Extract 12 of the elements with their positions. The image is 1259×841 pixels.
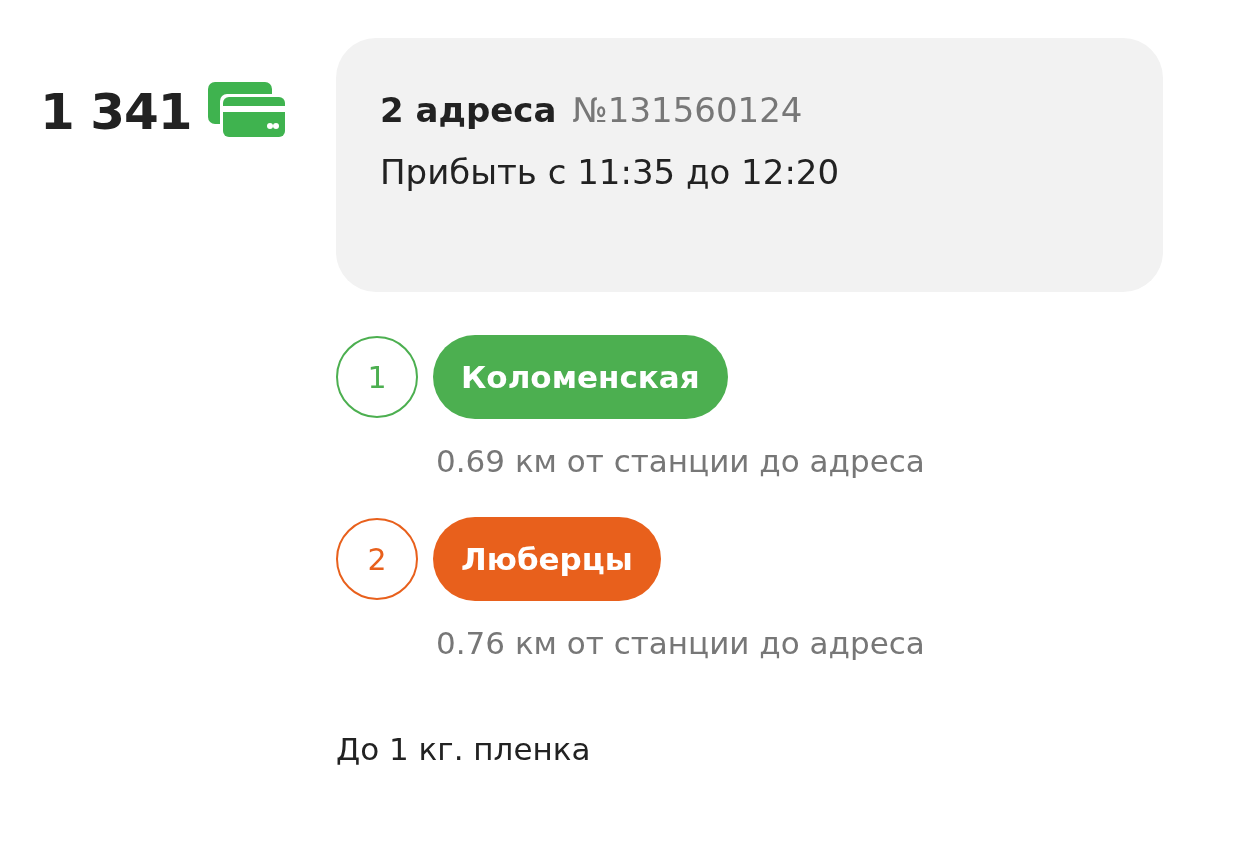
station-tag: Люберцы [433, 517, 661, 601]
stop-number: 1 [336, 336, 418, 418]
address-count: 2 адреса [380, 90, 557, 130]
distance-text: 0.69 км от станции до адреса [436, 443, 926, 479]
cargo-note: До 1 кг. пленка [336, 731, 592, 767]
arrival-time: Прибыть с 11:35 до 12:20 [380, 152, 841, 192]
price: 1 341 [40, 82, 192, 142]
station-tag: Коломенская [433, 335, 728, 419]
cards-icon [207, 82, 288, 140]
order-number: №131560124 [572, 90, 803, 130]
distance-text: 0.76 км от станции до адреса [436, 625, 926, 661]
stop-number: 2 [336, 518, 418, 600]
